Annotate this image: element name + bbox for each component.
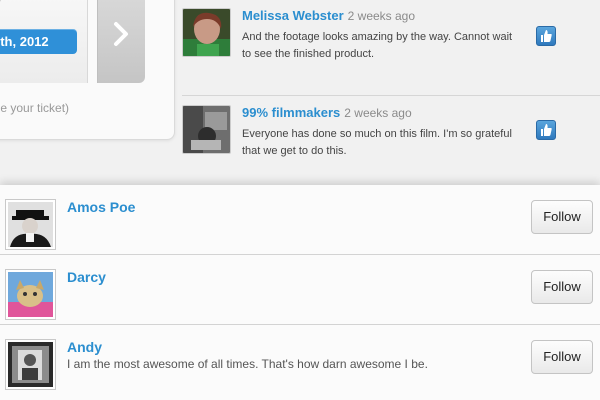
comment-time: 2 weeks ago: [344, 106, 412, 120]
user-name[interactable]: Darcy: [67, 269, 106, 285]
user-bio: I am the most awesome of all times. That…: [67, 357, 428, 371]
avatar[interactable]: [182, 8, 231, 57]
user-name[interactable]: Amos Poe: [67, 199, 135, 215]
avatar[interactable]: [5, 199, 56, 250]
avatar-photo: [8, 272, 53, 317]
thumbs-up-icon: [541, 124, 552, 136]
comment-text: And the footage looks amazing by the way…: [242, 31, 513, 60]
user-name[interactable]: Andy: [67, 339, 102, 355]
like-button[interactable]: [536, 120, 556, 140]
follow-button[interactable]: Follow: [531, 340, 593, 374]
avatar[interactable]: [182, 105, 231, 154]
follow-button[interactable]: Follow: [531, 200, 593, 234]
event-card: s 6th, 2012 hase your ticket): [0, 0, 175, 140]
next-date-button[interactable]: [97, 0, 145, 83]
comment-author[interactable]: Melissa Webster: [242, 8, 344, 23]
avatar-photo: [8, 202, 53, 247]
like-button[interactable]: [536, 26, 556, 46]
follow-list: Amos Poe Follow Darcy Follow Andy I am t…: [0, 185, 600, 400]
chevron-right-icon: [114, 22, 128, 46]
list-item: Amos Poe Follow: [0, 185, 600, 255]
avatar[interactable]: [5, 269, 56, 320]
avatar[interactable]: [5, 339, 56, 390]
avatar-photo: [183, 9, 230, 56]
ticket-note: hase your ticket): [0, 101, 70, 115]
avatar-photo: [183, 106, 230, 153]
thumbs-up-icon: [541, 30, 552, 42]
selected-date[interactable]: 6th, 2012: [0, 29, 77, 54]
date-header: s: [0, 0, 1, 6]
avatar-photo: [8, 342, 53, 387]
comment-time: 2 weeks ago: [347, 9, 416, 23]
list-item: Darcy Follow: [0, 255, 600, 325]
comment-author[interactable]: 99% filmmakers: [242, 105, 340, 120]
comment-text: Everyone has done so much on this film. …: [242, 128, 512, 157]
event-page: s 6th, 2012 hase your ticket) Melissa We…: [0, 0, 600, 185]
date-selector: s 6th, 2012: [0, 0, 88, 83]
list-item: Andy I am the most awesome of all times.…: [0, 325, 600, 395]
follow-button[interactable]: Follow: [531, 270, 593, 304]
comment-divider: [182, 95, 600, 96]
